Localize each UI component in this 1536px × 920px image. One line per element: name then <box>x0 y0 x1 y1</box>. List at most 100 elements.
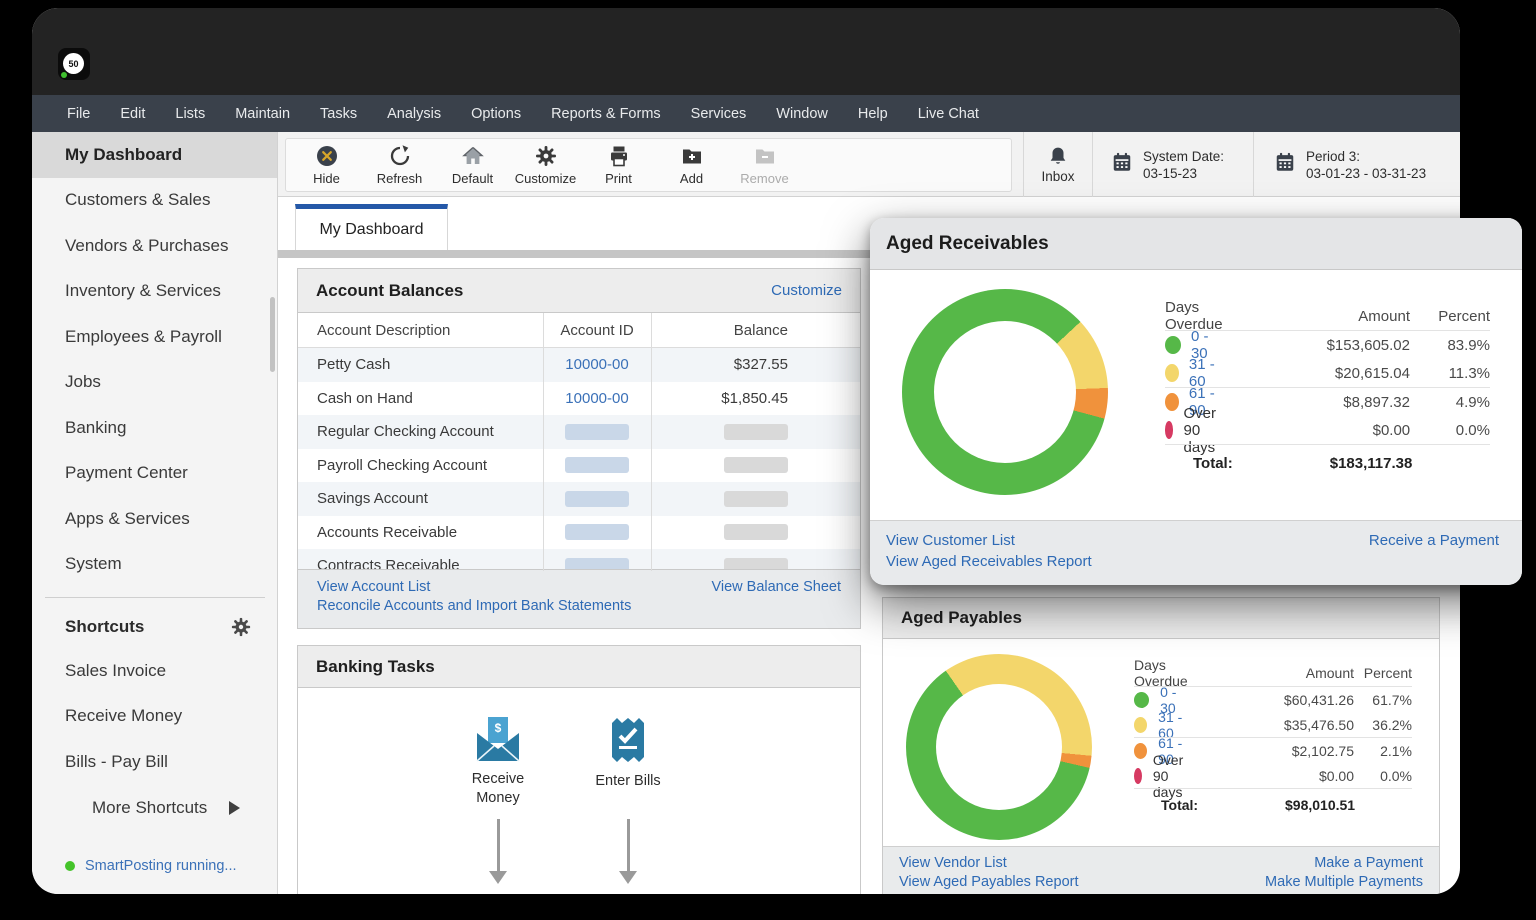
view-aged-receivables-report-link[interactable]: View Aged Receivables Report <box>886 553 1092 570</box>
shortcut-label: Receive Money <box>65 706 182 726</box>
menu-window[interactable]: Window <box>761 106 843 122</box>
masked-balance <box>724 524 788 540</box>
bucket-dot <box>1134 768 1142 784</box>
view-customer-list-link[interactable]: View Customer List <box>886 532 1015 549</box>
sidebar-item-employees-payroll[interactable]: Employees & Payroll <box>32 314 277 360</box>
menu-lists[interactable]: Lists <box>160 106 220 122</box>
bucket-percent: 83.9% <box>1410 337 1490 354</box>
menu-file[interactable]: File <box>52 106 105 122</box>
menu-options[interactable]: Options <box>456 106 536 122</box>
account-description: Petty Cash <box>298 356 543 373</box>
more-shortcuts-button[interactable]: More Shortcuts <box>32 785 277 831</box>
shortcuts-settings-icon[interactable] <box>230 616 252 638</box>
bucket-percent: 0.0% <box>1410 422 1490 439</box>
system-date-label: System Date: <box>1143 148 1224 165</box>
tab-my-dashboard[interactable]: My Dashboard <box>295 204 448 250</box>
period-value: 03-01-23 - 03-31-23 <box>1306 165 1426 182</box>
sidebar-item-my-dashboard[interactable]: My Dashboard <box>32 132 277 178</box>
account-description: Accounts Receivable <box>298 524 543 541</box>
bucket-percent: 61.7% <box>1354 692 1412 708</box>
receive-a-payment-link[interactable]: Receive a Payment <box>1369 532 1499 549</box>
sidebar-item-system[interactable]: System <box>32 542 277 588</box>
menu-maintain[interactable]: Maintain <box>220 106 305 122</box>
smartposting-label: SmartPosting running... <box>85 858 237 874</box>
total-label: Total: <box>1193 455 1233 472</box>
shortcuts-header: Shortcuts <box>32 606 277 648</box>
view-aged-payables-report-link[interactable]: View Aged Payables Report <box>899 874 1079 890</box>
shortcut-receive-money[interactable]: Receive Money <box>32 694 277 740</box>
sidebar-item-label: Payment Center <box>65 463 188 483</box>
menu-reports-forms[interactable]: Reports & Forms <box>536 106 676 122</box>
view-balance-sheet-link[interactable]: View Balance Sheet <box>711 579 841 595</box>
sidebar-item-customers-sales[interactable]: Customers & Sales <box>32 178 277 224</box>
sidebar-scrollbar[interactable] <box>270 297 275 372</box>
bucket-percent: 36.2% <box>1354 717 1412 733</box>
period-control[interactable]: Period 3: 03-01-23 - 03-31-23 <box>1253 132 1460 197</box>
bucket-dot <box>1165 336 1181 354</box>
sidebar-item-inventory-services[interactable]: Inventory & Services <box>32 269 277 315</box>
customize-button[interactable]: Customize <box>509 144 582 186</box>
refresh-icon <box>388 144 412 168</box>
menu-live-chat[interactable]: Live Chat <box>903 106 994 122</box>
bucket-percent: 4.9% <box>1410 394 1490 411</box>
aged-receivables-header: Aged Receivables <box>870 218 1522 270</box>
shortcut-sales-invoice[interactable]: Sales Invoice <box>32 648 277 694</box>
table-row: Contracts Receivable <box>298 549 860 571</box>
menu-help[interactable]: Help <box>843 106 903 122</box>
shortcuts-title: Shortcuts <box>65 617 144 637</box>
account-description: Cash on Hand <box>298 390 543 407</box>
reconcile-accounts-link[interactable]: Reconcile Accounts and Import Bank State… <box>317 598 631 614</box>
sidebar-item-jobs[interactable]: Jobs <box>32 360 277 406</box>
inbox-button[interactable]: Inbox <box>1023 132 1092 197</box>
sidebar-item-label: Banking <box>65 418 126 438</box>
arrow-down-icon <box>488 819 508 884</box>
menu-tasks[interactable]: Tasks <box>305 106 372 122</box>
add-label: Add <box>680 171 703 186</box>
smartposting-status[interactable]: SmartPosting running... <box>65 858 237 874</box>
default-button[interactable]: Default <box>436 144 509 186</box>
hide-label: Hide <box>313 171 340 186</box>
masked-account-id <box>565 424 629 440</box>
col-balance: Balance <box>651 322 860 339</box>
sidebar-item-payment-center[interactable]: Payment Center <box>32 451 277 497</box>
banking-tasks-panel: Banking Tasks $ ReceiveMoney Enter Bills <box>297 645 861 894</box>
shortcut-bills-pay-bill[interactable]: Bills - Pay Bill <box>32 739 277 785</box>
total-label: Total: <box>1161 797 1198 813</box>
account-id-link[interactable]: 10000-00 <box>565 390 628 407</box>
aged-receivables-title: Aged Receivables <box>886 233 1049 255</box>
masked-account-id <box>565 491 629 507</box>
make-a-payment-link[interactable]: Make a Payment <box>1314 855 1423 871</box>
sidebar-item-banking[interactable]: Banking <box>32 405 277 451</box>
sidebar-item-apps-services[interactable]: Apps & Services <box>32 496 277 542</box>
hide-button[interactable]: Hide <box>290 144 363 186</box>
bucket-percent: 11.3% <box>1410 365 1490 382</box>
bucket-dot <box>1165 421 1173 439</box>
menu-edit[interactable]: Edit <box>105 106 160 122</box>
bucket-dot <box>1134 717 1147 733</box>
add-button[interactable]: Add <box>655 144 728 186</box>
arrow-down-icon <box>618 819 638 884</box>
receive-money-task[interactable]: $ ReceiveMoney <box>433 716 563 808</box>
masked-balance <box>724 457 788 473</box>
sidebar-item-label: Vendors & Purchases <box>65 236 228 256</box>
table-row: Accounts Receivable <box>298 516 860 550</box>
account-id-link[interactable]: 10000-00 <box>565 356 628 373</box>
make-multiple-payments-link[interactable]: Make Multiple Payments <box>1265 874 1423 890</box>
print-button[interactable]: Print <box>582 144 655 186</box>
system-date-control[interactable]: System Date: 03-15-23 <box>1092 132 1253 197</box>
aged-payables-panel: Aged Payables Days Overdue Amount Percen… <box>882 597 1440 894</box>
refresh-button[interactable]: Refresh <box>363 144 436 186</box>
account-description: Savings Account <box>298 490 543 507</box>
customize-link[interactable]: Customize <box>771 282 842 299</box>
menu-services[interactable]: Services <box>676 106 762 122</box>
col-account-description: Account Description <box>298 322 543 339</box>
view-account-list-link[interactable]: View Account List <box>317 579 430 595</box>
view-vendor-list-link[interactable]: View Vendor List <box>899 855 1007 871</box>
enter-bills-task[interactable]: Enter Bills <box>563 716 693 791</box>
menu-analysis[interactable]: Analysis <box>372 106 456 122</box>
enter-bills-label: Enter Bills <box>595 772 660 791</box>
toolbar-button-group: Hide Refresh Default Customize Print Add <box>285 138 1012 192</box>
col-percent: Percent <box>1410 308 1490 325</box>
sidebar-item-vendors-purchases[interactable]: Vendors & Purchases <box>32 223 277 269</box>
customize-label: Customize <box>515 171 576 186</box>
